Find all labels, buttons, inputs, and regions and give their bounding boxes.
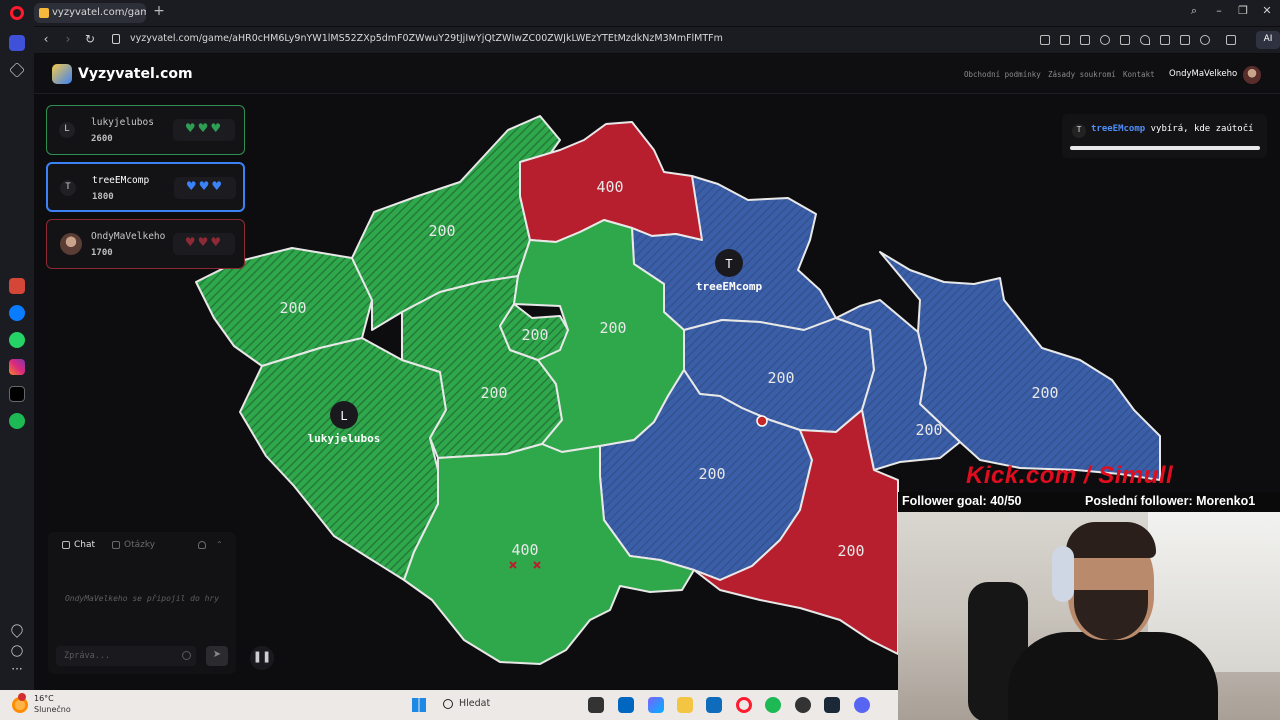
player-name: OndyMaVelkeho — [91, 231, 166, 242]
player-initial: T — [1072, 124, 1086, 138]
player-score: 1700 — [91, 248, 113, 258]
lives-hearts-icon: ♥♥♥ — [173, 233, 235, 255]
send-button[interactable]: ➤ — [206, 646, 228, 666]
turn-player-name: treeEMcomp — [1091, 124, 1146, 134]
map-region[interactable] — [239, 337, 447, 581]
store-icon[interactable] — [618, 697, 634, 713]
search-icon[interactable] — [443, 699, 453, 709]
opera-icon[interactable] — [736, 697, 752, 713]
windows-start-icon[interactable] — [412, 698, 426, 712]
player-marker-letter: L — [340, 409, 347, 423]
player-marker-name: lukyjelubos — [308, 432, 381, 445]
chat-panel: Chat Otázky ⌃ OndyMaVelkeho se připojil … — [48, 532, 236, 674]
webcam-hair — [1066, 522, 1156, 558]
lives-hearts-icon: ♥♥♥ — [174, 177, 236, 199]
taskbar-search[interactable]: Hledat — [459, 698, 490, 709]
player-initial: T — [60, 180, 76, 196]
region-value: 200 — [1031, 384, 1058, 402]
player-marker-letter: T — [725, 257, 732, 271]
weather-temperature: 16°C — [34, 694, 54, 703]
lives-hearts-icon: ♥♥♥ — [173, 119, 235, 141]
taskbar: 16°C Slunečno Hledat — [0, 690, 898, 720]
headset-icon — [1052, 546, 1074, 602]
obs-icon[interactable] — [795, 697, 811, 713]
player-initial: L — [59, 122, 75, 138]
webcam-feed — [898, 512, 1280, 720]
attack-target-icon[interactable] — [756, 415, 768, 427]
discord-icon[interactable] — [854, 697, 870, 713]
copilot-icon[interactable] — [648, 697, 664, 713]
region-value: 200 — [599, 319, 626, 337]
region-value: 200 — [698, 465, 725, 483]
region-value: 200 — [767, 369, 794, 387]
player-score: 1800 — [92, 192, 114, 202]
region-value: 200 — [480, 384, 507, 402]
region-value: 200 — [915, 421, 942, 439]
spotify-icon[interactable] — [765, 697, 781, 713]
last-follower: Poslední follower: Morenko1 — [1085, 494, 1256, 508]
player-name: treeEMcomp — [92, 175, 150, 186]
player-card[interactable]: OndyMaVelkeho 1700 ♥♥♥ — [46, 219, 245, 269]
turn-status-panel: T treeEMcomp vybírá, kde zaútočí — [1062, 114, 1267, 158]
region-value: 200 — [279, 299, 306, 317]
webcam-body — [1008, 632, 1218, 720]
player-name: lukyjelubos — [91, 117, 154, 128]
file-explorer-icon[interactable] — [677, 697, 693, 713]
emoji-icon[interactable] — [182, 651, 191, 660]
player-marker-name: treeEMcomp — [696, 280, 763, 293]
task-view-icon[interactable] — [588, 697, 604, 713]
notification-badge — [18, 693, 26, 701]
avatar — [60, 233, 82, 255]
pause-button[interactable]: ❚❚ — [250, 646, 274, 670]
outlook-icon[interactable] — [706, 697, 722, 713]
chat-icon — [62, 541, 70, 549]
weather-description: Slunečno — [34, 705, 71, 714]
chat-input[interactable]: Zpráva... — [56, 646, 196, 666]
stream-info-bar: Follower goal: 40/50 Poslední follower: … — [898, 492, 1280, 512]
tab-questions[interactable]: Otázky — [124, 540, 155, 550]
region-value: 400 — [596, 178, 623, 196]
player-score: 2600 — [91, 134, 113, 144]
player-card[interactable]: L lukyjelubos 2600 ♥♥♥ — [46, 105, 245, 155]
follower-goal: Follower goal: 40/50 — [902, 494, 1022, 508]
kick-banner: Kick.com / Simull — [966, 462, 1174, 489]
collapse-chevron-icon[interactable]: ⌃ — [216, 540, 223, 549]
bell-icon[interactable] — [198, 541, 206, 549]
turn-status-text: treeEMcomp vybírá, kde zaútočí — [1091, 124, 1254, 134]
player-card[interactable]: T treeEMcomp 1800 ♥♥♥ — [46, 162, 245, 212]
region-value: 200 — [428, 222, 455, 240]
turn-timer-bar — [1070, 146, 1260, 150]
region-value: 400 — [511, 541, 538, 559]
region-value: 200 — [521, 326, 548, 344]
system-message: OndyMaVelkeho se připojil do hry — [64, 594, 220, 603]
tab-chat[interactable]: Chat — [74, 540, 95, 550]
turn-message: vybírá, kde zaútočí — [1150, 124, 1254, 134]
questions-icon — [112, 541, 120, 549]
steam-icon[interactable] — [824, 697, 840, 713]
region-value: 200 — [837, 542, 864, 560]
